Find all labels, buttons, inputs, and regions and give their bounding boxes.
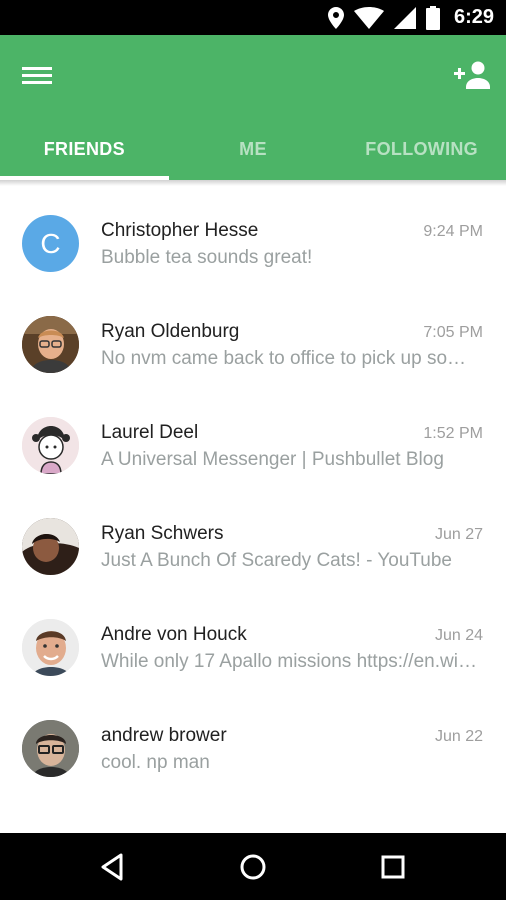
message-preview: A Universal Messenger | Pushbullet Blog [101, 449, 444, 470]
message-time: 9:24 PM [423, 223, 483, 240]
avatar [22, 417, 79, 474]
back-button[interactable] [97, 851, 129, 883]
avatar: C [22, 215, 79, 272]
avatar-photo-icon [22, 619, 79, 676]
message-time: Jun 24 [434, 627, 483, 644]
conversation-row[interactable]: Laurel Deel 1:52 PM A Universal Messenge… [0, 382, 506, 483]
menu-button[interactable] [22, 62, 56, 88]
add-friend-icon [454, 61, 490, 89]
recents-button[interactable] [377, 851, 409, 883]
tab-following-label: FOLLOWING [365, 139, 478, 159]
back-icon [101, 853, 123, 881]
tab-me-label: ME [239, 139, 267, 159]
wifi-icon [353, 6, 384, 29]
contact-name: Ryan Oldenburg [101, 321, 240, 342]
tab-bar: FRIENDS ME FOLLOWING [0, 127, 506, 180]
conversation-row[interactable]: Ryan Oldenburg 7:05 PM No nvm came back … [0, 281, 506, 382]
status-time: 6:29 [453, 6, 494, 28]
tab-friends-label: FRIENDS [43, 139, 125, 159]
avatar [22, 316, 79, 373]
conversation-row[interactable]: Ryan Schwers Jun 27 Just A Bunch Of Scar… [0, 483, 506, 584]
home-button[interactable] [237, 851, 269, 883]
conversation-row[interactable]: andrew brower Jun 22 cool. np man [0, 685, 506, 786]
message-preview: Just A Bunch Of Scaredy Cats! - YouTube [101, 550, 452, 571]
contact-name: Laurel Deel [101, 422, 199, 443]
menu-icon [22, 67, 52, 84]
avatar-drawing-icon [22, 417, 79, 474]
message-preview: While only 17 Apallo missions https://en… [101, 651, 481, 672]
add-friend-button[interactable] [454, 59, 490, 89]
avatar-photo-icon [22, 316, 79, 373]
message-time: Jun 27 [434, 526, 483, 543]
message-time: Jun 22 [434, 728, 483, 745]
contact-name: Andre von Houck [101, 624, 247, 645]
recents-icon [381, 855, 405, 879]
tab-following[interactable]: FOLLOWING [337, 127, 506, 180]
app-bar: FRIENDS ME FOLLOWING [0, 35, 506, 180]
avatar [22, 518, 79, 575]
tab-friends[interactable]: FRIENDS [0, 127, 169, 180]
avatar-photo-icon [22, 720, 79, 777]
avatar [22, 720, 79, 777]
navigation-bar [0, 833, 506, 900]
contact-name: andrew brower [101, 725, 227, 746]
home-icon [240, 854, 266, 880]
avatar [22, 619, 79, 676]
conversation-row[interactable]: Andre von Houck Jun 24 While only 17 Apa… [0, 584, 506, 685]
tab-me[interactable]: ME [169, 127, 338, 180]
message-time: 1:52 PM [423, 425, 483, 442]
message-preview: Bubble tea sounds great! [101, 247, 313, 268]
tab-bar-shadow [0, 180, 506, 186]
avatar-initial: C [40, 227, 61, 259]
signal-icon [393, 6, 416, 29]
status-bar: 6:29 [0, 0, 506, 35]
message-time: 7:05 PM [423, 324, 483, 341]
location-icon [327, 6, 344, 29]
conversation-row[interactable]: C Christopher Hesse 9:24 PM Bubble tea s… [0, 180, 506, 281]
contact-name: Christopher Hesse [101, 220, 259, 241]
avatar-photo-icon [22, 518, 79, 575]
message-preview: cool. np man [101, 752, 210, 773]
battery-icon [425, 5, 440, 30]
contact-name: Ryan Schwers [101, 523, 224, 544]
message-preview: No nvm came back to office to pick up so… [101, 348, 481, 369]
